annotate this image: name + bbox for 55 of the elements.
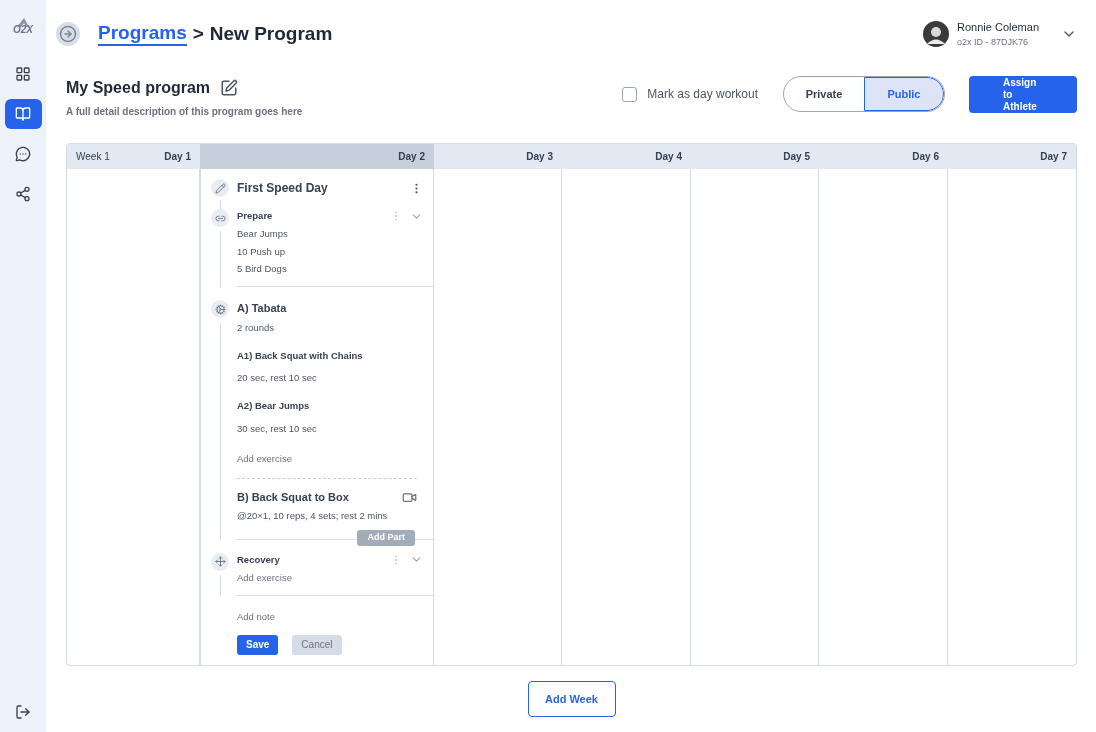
- part-title: B) Back Squat to Box: [237, 490, 349, 505]
- pencil-icon: [211, 179, 229, 197]
- cancel-button[interactable]: Cancel: [292, 634, 342, 655]
- checkbox-label: Mark as day workout: [647, 86, 758, 103]
- breadcrumb-separator: >: [192, 21, 204, 46]
- move-icon: [211, 552, 229, 571]
- add-exercise-link[interactable]: Add exercise: [237, 571, 433, 586]
- user-name: Ronnie Coleman: [957, 20, 1039, 35]
- add-week-button[interactable]: Add Week: [527, 681, 616, 717]
- exercise-detail: 20 sec, rest 10 sec: [237, 371, 318, 385]
- exercise-detail: @20×1, 10 reps, 4 sets; rest 2 mins: [237, 508, 389, 523]
- avatar: [923, 21, 950, 47]
- day-header[interactable]: Day 7: [948, 144, 1076, 169]
- book-icon[interactable]: [15, 106, 31, 122]
- programs-link[interactable]: Programs: [98, 22, 187, 46]
- nav-button[interactable]: [4, 99, 42, 129]
- day-header[interactable]: Day 6: [819, 144, 948, 169]
- share-icon[interactable]: [15, 186, 31, 202]
- page-title: New Program: [209, 21, 333, 46]
- visibility-toggle[interactable]: Public: [864, 77, 944, 111]
- day-header[interactable]: Day 3: [434, 144, 562, 169]
- visibility-toggle[interactable]: Private: [784, 77, 864, 111]
- assign-button[interactable]: Assign to Athlete: [969, 76, 1077, 113]
- rounds-text: 2 rounds: [237, 320, 275, 335]
- part-title: A) Tabata: [237, 301, 288, 316]
- user-id: o2x ID - 87DJK76: [957, 35, 1030, 49]
- day-header[interactable]: Day 2: [200, 144, 434, 169]
- day-header[interactable]: Week 1 Day 1: [67, 144, 200, 169]
- part-title: Prepare: [237, 209, 273, 223]
- add-exercise-link[interactable]: Add exercise: [237, 451, 417, 466]
- exercise-line: 10 Push up: [237, 244, 287, 259]
- logo-mark-icon: [16, 18, 30, 27]
- exercise-line: 5 Bird Dogs: [237, 261, 288, 276]
- program-description: A full detail description of this program goes here: [66, 105, 303, 119]
- gear-icon: [211, 300, 229, 318]
- exercise-name: A2) Bear Jumps: [237, 399, 311, 414]
- logout-icon[interactable]: [15, 704, 31, 720]
- day-header[interactable]: Day 5: [691, 144, 819, 169]
- checkbox[interactable]: [622, 86, 638, 102]
- save-button[interactable]: Save: [237, 634, 279, 655]
- workout-title: First Speed Day: [237, 180, 328, 197]
- logo[interactable]: O2X: [13, 18, 33, 35]
- link-icon: [211, 209, 229, 227]
- forward-icon[interactable]: [56, 22, 80, 46]
- chat-icon[interactable]: [15, 146, 31, 162]
- exercise-detail: 30 sec, rest 10 sec: [237, 421, 318, 436]
- exercise-line: Bear Jumps: [237, 227, 289, 242]
- edit-icon[interactable]: [220, 79, 239, 97]
- week-label: Week 1: [76, 150, 110, 164]
- part-title: Recovery: [237, 552, 280, 567]
- exercise-name: A1) Back Squat with Chains: [237, 348, 364, 363]
- day-header[interactable]: Day 4: [562, 144, 691, 169]
- grid-icon[interactable]: [15, 66, 31, 82]
- program-title: My Speed program: [66, 78, 211, 98]
- add-note-link[interactable]: Add note: [237, 610, 433, 625]
